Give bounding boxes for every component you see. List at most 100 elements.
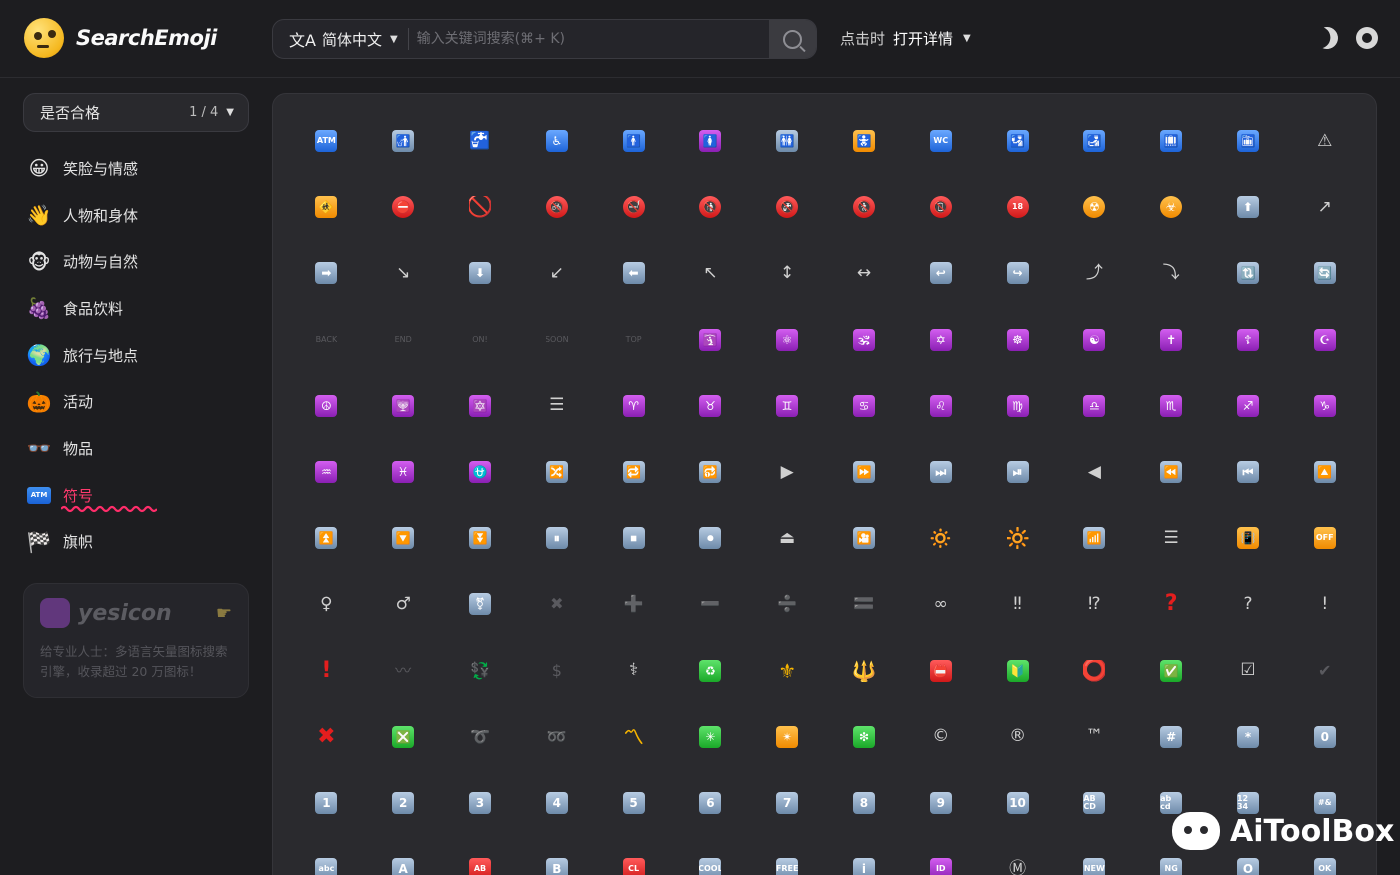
emoji-cell[interactable]: ↔ <box>826 240 903 306</box>
emoji-cell[interactable]: ! <box>288 638 365 704</box>
emoji-cell[interactable]: ⏬ <box>442 505 519 571</box>
emoji-cell[interactable]: ☪ <box>1286 307 1363 373</box>
yesicon-ad-card[interactable]: yesicon ☛ 给专业人士：多语言矢量图标搜索引擎，收录超过 20 万图标！ <box>23 583 249 698</box>
emoji-cell[interactable]: AB <box>442 836 519 875</box>
emoji-cell[interactable]: 🚮 <box>365 108 442 174</box>
emoji-cell[interactable]: ♉ <box>672 373 749 439</box>
emoji-cell[interactable]: ☰ <box>1133 505 1210 571</box>
emoji-cell[interactable]: 0 <box>1286 704 1363 770</box>
emoji-cell[interactable]: ⤴ <box>1056 240 1133 306</box>
emoji-cell[interactable]: 🚭 <box>595 174 672 240</box>
emoji-cell[interactable]: A <box>365 836 442 875</box>
emoji-cell[interactable]: 🕉 <box>826 307 903 373</box>
emoji-cell[interactable]: ↩ <box>902 240 979 306</box>
emoji-cell[interactable]: 🚰 <box>442 108 519 174</box>
emoji-cell[interactable]: 〽 <box>595 704 672 770</box>
emoji-cell[interactable]: 8 <box>826 770 903 836</box>
emoji-cell[interactable]: ? <box>1210 571 1287 637</box>
emoji-cell[interactable]: NEW <box>1056 836 1133 875</box>
emoji-cell[interactable]: 🛃 <box>1056 108 1133 174</box>
emoji-cell[interactable]: ♓ <box>365 439 442 505</box>
emoji-cell[interactable]: ☸ <box>979 307 1056 373</box>
emoji-cell[interactable]: ✴ <box>749 704 826 770</box>
emoji-cell[interactable]: ✳ <box>672 704 749 770</box>
emoji-cell[interactable]: ⏫ <box>288 505 365 571</box>
emoji-cell[interactable]: 3 <box>442 770 519 836</box>
emoji-cell[interactable]: 🔯 <box>442 373 519 439</box>
emoji-cell[interactable]: B <box>518 836 595 875</box>
emoji-cell[interactable]: ♊ <box>749 373 826 439</box>
emoji-cell[interactable]: ☑ <box>1210 638 1287 704</box>
emoji-cell[interactable]: ⛎ <box>442 439 519 505</box>
emoji-cell[interactable]: ↘ <box>365 240 442 306</box>
emoji-cell[interactable]: ⛔ <box>365 174 442 240</box>
emoji-cell[interactable]: 🔽 <box>365 505 442 571</box>
sidebar-category-item[interactable]: 😀 笑脸与情感 <box>25 145 255 192</box>
emoji-cell[interactable]: 🟰 <box>826 571 903 637</box>
emoji-cell[interactable]: 🛄 <box>1133 108 1210 174</box>
emoji-cell[interactable]: ♈ <box>595 373 672 439</box>
emoji-cell[interactable]: 🚷 <box>826 174 903 240</box>
emoji-cell[interactable]: BACK <box>288 307 365 373</box>
emoji-cell[interactable]: ♐ <box>1210 373 1287 439</box>
brand-logo[interactable]: SearchEmoji <box>24 18 217 58</box>
emoji-cell[interactable]: 📵 <box>902 174 979 240</box>
emoji-cell[interactable]: ! <box>1286 571 1363 637</box>
emoji-cell[interactable]: 🚺 <box>672 108 749 174</box>
emoji-cell[interactable]: ♋ <box>826 373 903 439</box>
emoji-cell[interactable]: ⬇ <box>442 240 519 306</box>
emoji-cell[interactable]: 🔁 <box>595 439 672 505</box>
search-button[interactable] <box>769 20 816 58</box>
emoji-cell[interactable]: 🚫 <box>442 174 519 240</box>
emoji-cell[interactable]: END <box>365 307 442 373</box>
emoji-cell[interactable]: AB CD <box>1056 770 1133 836</box>
sidebar-category-item[interactable]: ATM 符号 <box>25 472 255 519</box>
emoji-cell[interactable]: 📶 <box>1056 505 1133 571</box>
emoji-cell[interactable]: 2 <box>365 770 442 836</box>
sidebar-category-item[interactable]: 🐵 动物与自然 <box>25 238 255 285</box>
emoji-cell[interactable]: ☮ <box>288 373 365 439</box>
emoji-cell[interactable]: 18 <box>979 174 1056 240</box>
qualified-filter-select[interactable]: 是否合格 1 / 4 ▼ <box>23 93 249 132</box>
emoji-cell[interactable]: ⏸ <box>518 505 595 571</box>
emoji-cell[interactable]: $ <box>518 638 595 704</box>
emoji-cell[interactable]: 4 <box>518 770 595 836</box>
emoji-cell[interactable]: ? <box>1133 571 1210 637</box>
emoji-cell[interactable]: ➗ <box>749 571 826 637</box>
emoji-cell[interactable]: 🛂 <box>979 108 1056 174</box>
emoji-cell[interactable]: 🔃 <box>1210 240 1287 306</box>
emoji-cell[interactable]: 🔱 <box>826 638 903 704</box>
emoji-cell[interactable]: 🚻 <box>749 108 826 174</box>
emoji-cell[interactable]: ☰ <box>518 373 595 439</box>
emoji-cell[interactable]: ✖ <box>518 571 595 637</box>
emoji-cell[interactable]: 1 <box>288 770 365 836</box>
emoji-cell[interactable]: ↙ <box>518 240 595 306</box>
emoji-cell[interactable]: ↪ <box>979 240 1056 306</box>
emoji-cell[interactable]: 10 <box>979 770 1056 836</box>
emoji-cell[interactable]: ❇ <box>826 704 903 770</box>
emoji-cell[interactable]: ‼ <box>979 571 1056 637</box>
emoji-cell[interactable]: 9 <box>902 770 979 836</box>
emoji-cell[interactable]: ™ <box>1056 704 1133 770</box>
emoji-cell[interactable]: ⚠ <box>1286 108 1363 174</box>
emoji-cell[interactable]: ∞ <box>902 571 979 637</box>
emoji-cell[interactable]: 🔄 <box>1286 240 1363 306</box>
emoji-cell[interactable]: 7 <box>749 770 826 836</box>
emoji-cell[interactable]: ⬅ <box>595 240 672 306</box>
emoji-cell[interactable]: 🚹 <box>595 108 672 174</box>
emoji-cell[interactable]: ➡ <box>288 240 365 306</box>
emoji-cell[interactable]: 📳 <box>1210 505 1287 571</box>
emoji-cell[interactable]: ▶ <box>749 439 826 505</box>
emoji-cell[interactable]: 🕎 <box>365 373 442 439</box>
sidebar-category-item[interactable]: 👓 物品 <box>25 425 255 472</box>
emoji-cell[interactable]: © <box>902 704 979 770</box>
emoji-cell[interactable]: TOP <box>595 307 672 373</box>
emoji-cell[interactable]: 🚼 <box>826 108 903 174</box>
emoji-cell[interactable]: ♍ <box>979 373 1056 439</box>
emoji-cell[interactable]: ♏ <box>1133 373 1210 439</box>
sidebar-category-item[interactable]: 🎃 活动 <box>25 378 255 425</box>
emoji-cell[interactable]: 💱 <box>442 638 519 704</box>
emoji-cell[interactable]: ⏺ <box>672 505 749 571</box>
search-input[interactable] <box>408 20 769 58</box>
emoji-cell[interactable]: WC <box>902 108 979 174</box>
